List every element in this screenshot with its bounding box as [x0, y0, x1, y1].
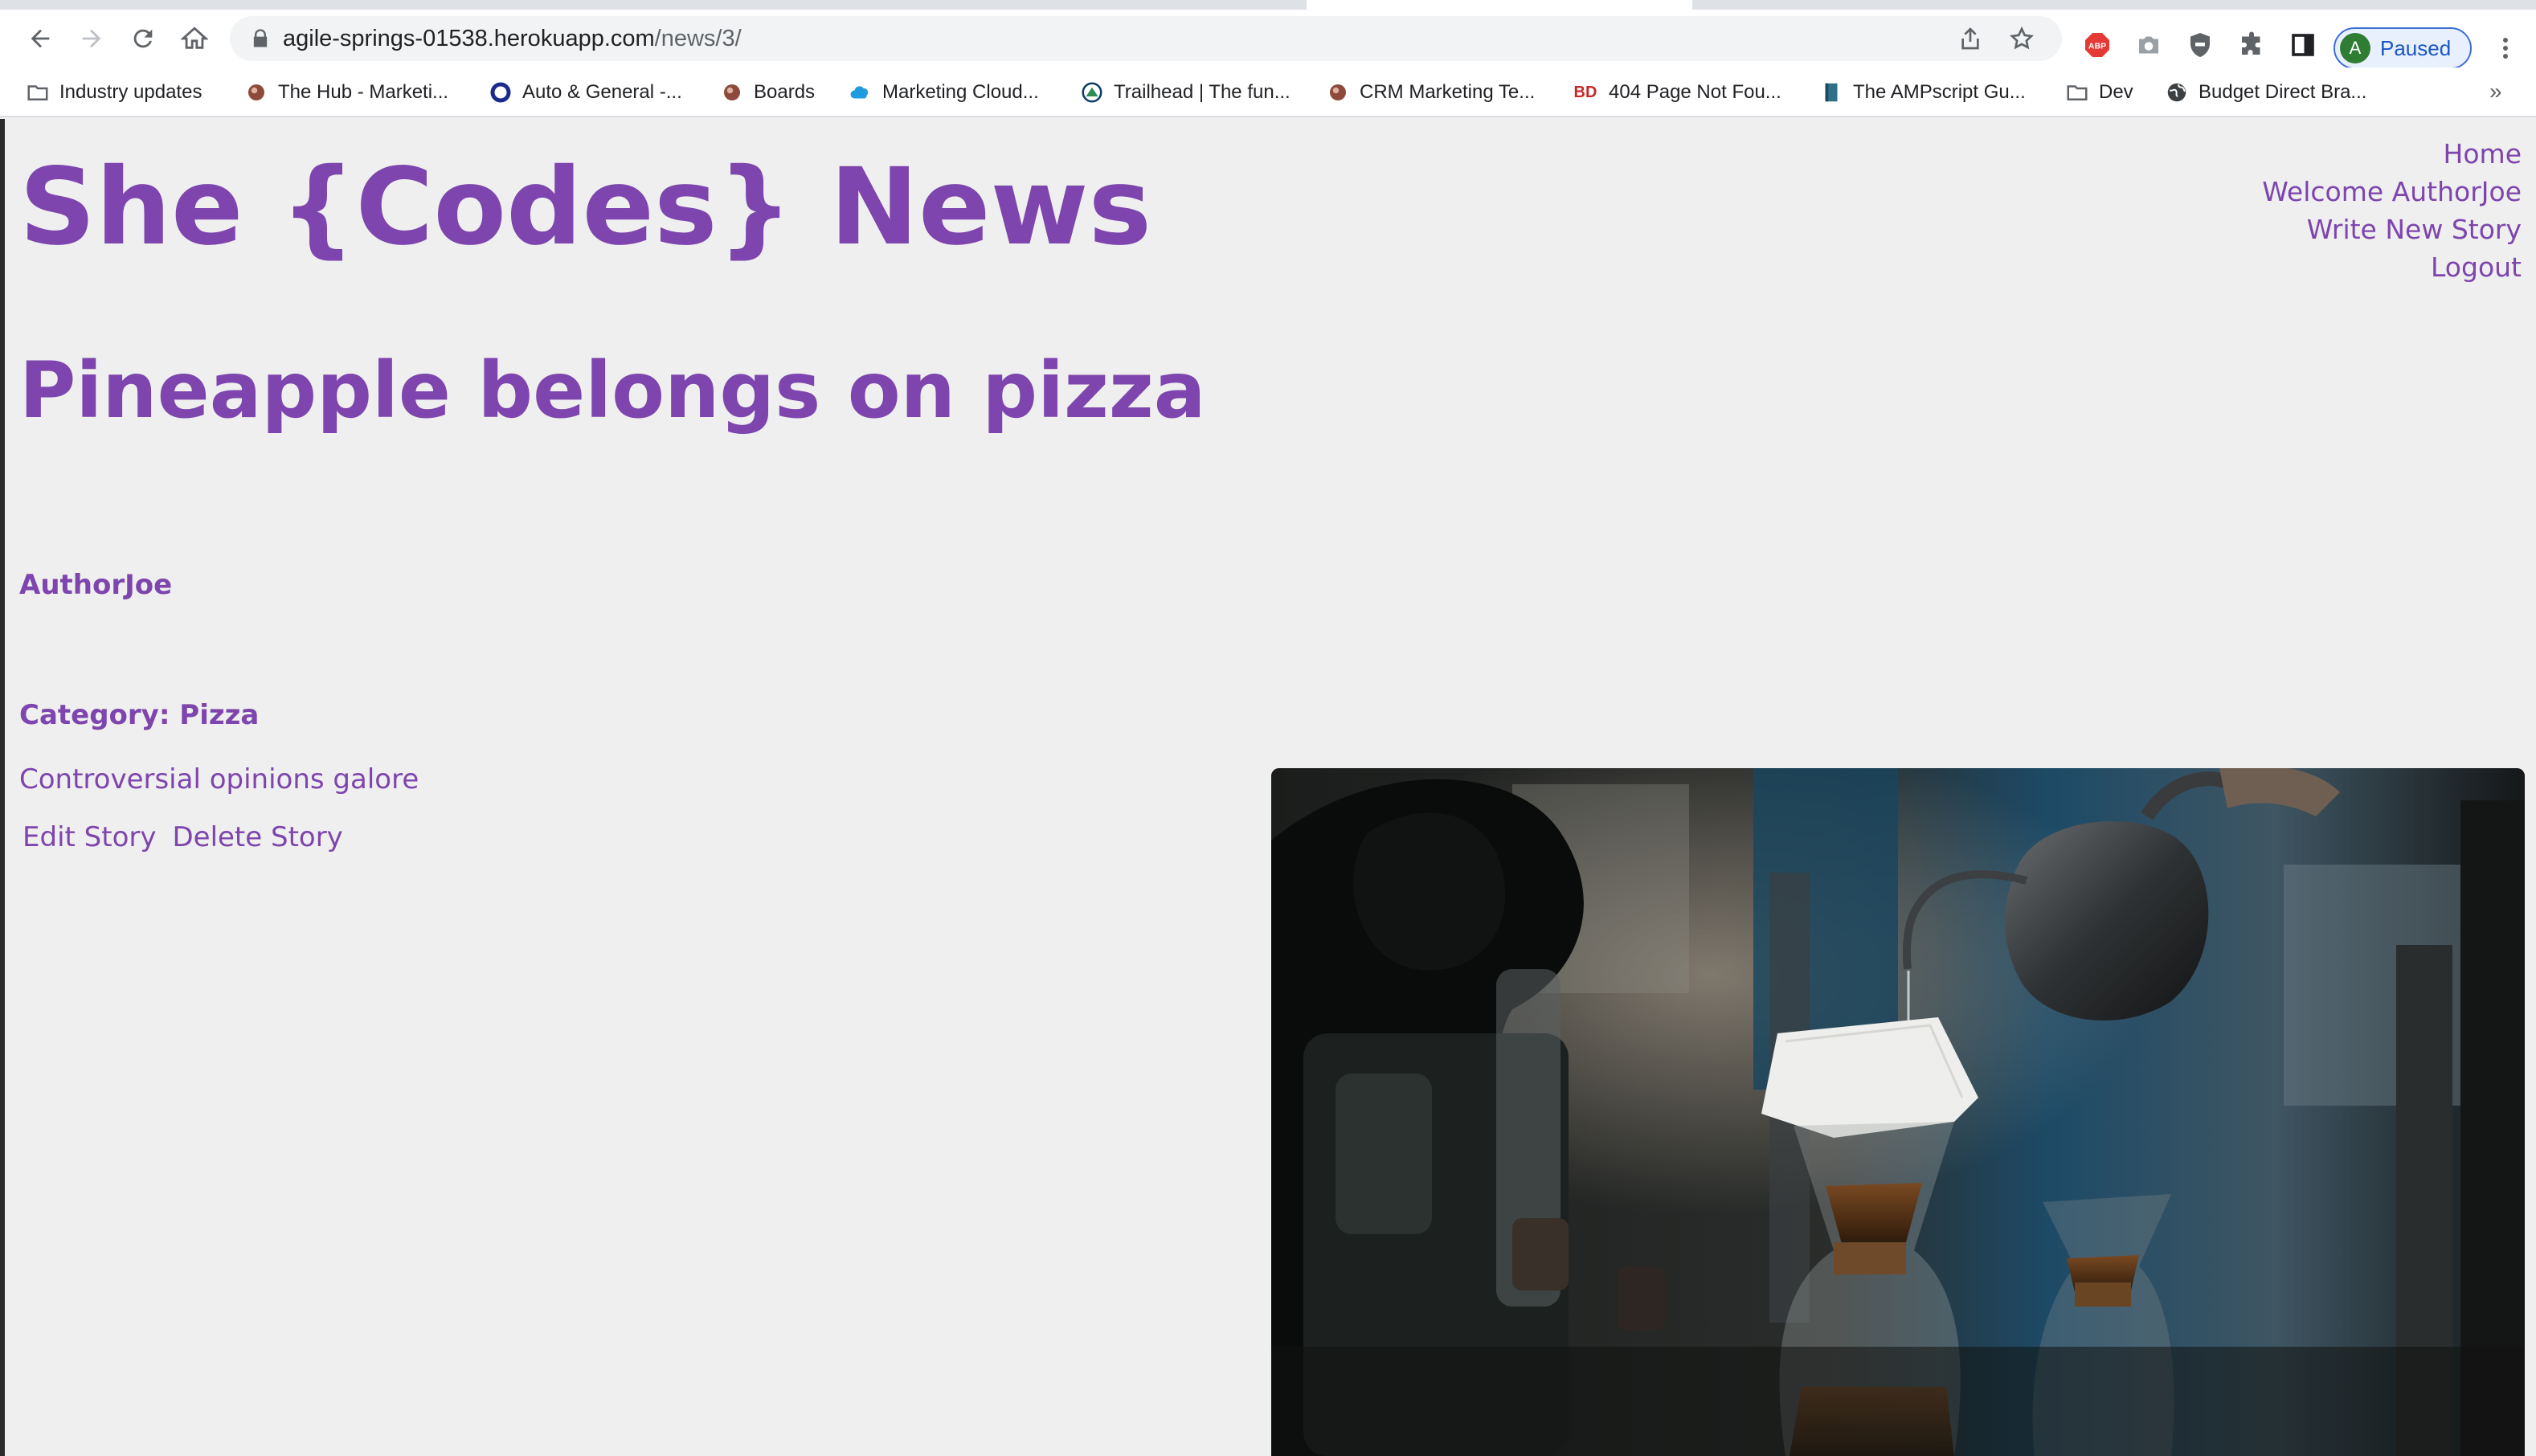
story-category: Category: Pizza — [19, 699, 259, 731]
bd-favicon-icon: BD — [1573, 83, 1597, 101]
bookmark-label: Budget Direct Bra... — [2199, 81, 2367, 103]
avatar: A — [2340, 33, 2370, 63]
back-button[interactable] — [21, 19, 59, 58]
bookmark-crm-marketing[interactable]: CRM Marketing Te... — [1326, 76, 1535, 109]
cloud-favicon-icon — [849, 80, 873, 104]
trailhead-favicon-icon — [1080, 80, 1104, 104]
story-summary: Controversial opinions galore — [19, 763, 419, 795]
active-tab[interactable] — [1307, 0, 1692, 10]
bookmark-label: CRM Marketing Te... — [1360, 81, 1536, 103]
nav-home-link[interactable]: Home — [2262, 135, 2522, 173]
bookmark-industry-updates[interactable]: Industry updates — [26, 76, 202, 109]
category-value: Pizza — [179, 699, 260, 731]
bookmark-404-page[interactable]: BD 404 Page Not Fou... — [1572, 76, 1781, 109]
bookmark-label: The Hub - Marketi... — [278, 81, 449, 103]
ring-favicon-icon — [489, 80, 513, 104]
profile-status: Paused — [2380, 36, 2452, 60]
nav-write-story-link[interactable]: Write New Story — [2262, 211, 2522, 248]
nav-logout-link[interactable]: Logout — [2262, 248, 2522, 286]
url-path: /news/3/ — [654, 26, 742, 51]
bookmark-the-hub[interactable]: The Hub - Marketi... — [244, 76, 448, 109]
top-nav: Home Welcome AuthorJoe Write New Story L… — [2262, 135, 2522, 286]
shield-extension-button[interactable] — [2184, 29, 2216, 61]
bookmark-trailhead[interactable]: Trailhead | The fun... — [1080, 76, 1290, 109]
site-favicon-icon — [1326, 80, 1350, 104]
page-content: She {Codes} News Home Welcome AuthorJoe … — [0, 119, 2536, 1456]
screenshot-extension-button[interactable] — [2133, 29, 2165, 61]
bookmark-dev[interactable]: Dev — [2065, 76, 2133, 109]
edit-story-link[interactable]: Edit Story — [22, 821, 156, 853]
bookmark-label: Dev — [2099, 81, 2133, 103]
nav-welcome-link[interactable]: Welcome AuthorJoe — [2262, 173, 2522, 211]
camera-icon — [2139, 36, 2158, 54]
delete-story-link[interactable]: Delete Story — [172, 821, 342, 853]
shield-icon — [2190, 33, 2210, 57]
browser-menu-button[interactable] — [2489, 29, 2522, 67]
coffee-pour-over-photo — [1271, 768, 2525, 1456]
bookmark-auto-general[interactable]: Auto & General -... — [489, 76, 682, 109]
extensions-button[interactable] — [2235, 29, 2268, 61]
bookmark-label: Marketing Cloud... — [882, 81, 1039, 103]
bookmark-budget-direct[interactable]: Budget Direct Bra... — [2165, 76, 2366, 109]
site-title[interactable]: She {Codes} News — [19, 154, 1151, 260]
bookmark-label: Industry updates — [59, 81, 202, 103]
bookmark-marketing-cloud[interactable]: Marketing Cloud... — [849, 76, 1039, 109]
story-actions: Edit Story Delete Story — [22, 821, 343, 853]
category-label: Category: — [19, 699, 170, 731]
home-icon — [181, 27, 208, 49]
kebab-menu-icon — [2503, 38, 2508, 59]
bookmarks-overflow-button[interactable]: » — [2489, 79, 2502, 104]
home-button[interactable] — [175, 19, 214, 58]
bookmark-boards[interactable]: Boards — [720, 76, 815, 109]
url-host: agile-springs-01538.herokuapp.com — [283, 26, 655, 51]
story-author: AuthorJoe — [19, 569, 173, 601]
profile-button[interactable]: A Paused — [2334, 27, 2472, 69]
bookmark-label: Auto & General -... — [522, 81, 682, 103]
svg-text:ABP: ABP — [2088, 42, 2106, 51]
story-image — [1271, 768, 2525, 1456]
side-panel-icon — [2292, 34, 2314, 56]
url-text[interactable]: agile-springs-01538.herokuapp.com/news/3… — [283, 16, 742, 61]
adblock-icon: ABP — [2085, 33, 2109, 57]
bookmarks-bar: Industry updates The Hub - Marketi... Au… — [0, 67, 2536, 117]
star-icon[interactable] — [2009, 26, 2035, 51]
tab-strip — [0, 0, 2536, 10]
folder-icon — [2065, 80, 2089, 104]
share-icon[interactable] — [1957, 26, 1983, 51]
reload-icon — [133, 29, 153, 48]
bookmark-label: 404 Page Not Fou... — [1609, 81, 1781, 103]
folder-icon — [26, 80, 50, 104]
bookmark-label: Trailhead | The fun... — [1114, 81, 1290, 103]
arrow-left-icon — [31, 29, 50, 48]
story-title: Pineapple belongs on pizza — [19, 346, 1206, 436]
globe-icon — [2165, 80, 2189, 104]
browser-toolbar: agile-springs-01538.herokuapp.com/news/3… — [0, 10, 2536, 69]
bookmark-label: Boards — [754, 81, 816, 103]
forward-button[interactable] — [72, 19, 111, 58]
reload-button[interactable] — [124, 19, 162, 58]
bookmark-label: The AMPscript Gu... — [1853, 81, 2026, 103]
puzzle-icon — [2242, 31, 2260, 55]
side-panel-button[interactable] — [2287, 29, 2319, 61]
site-favicon-icon — [720, 80, 744, 104]
book-favicon-icon — [1819, 80, 1843, 104]
address-bar[interactable]: agile-springs-01538.herokuapp.com/news/3… — [230, 16, 2062, 61]
lock-icon[interactable] — [249, 27, 272, 50]
adblock-extension-button[interactable]: ABP — [2081, 29, 2113, 61]
site-favicon-icon — [244, 80, 268, 104]
arrow-right-icon — [82, 29, 101, 48]
bookmark-ampscript-guide[interactable]: The AMPscript Gu... — [1819, 76, 2026, 109]
